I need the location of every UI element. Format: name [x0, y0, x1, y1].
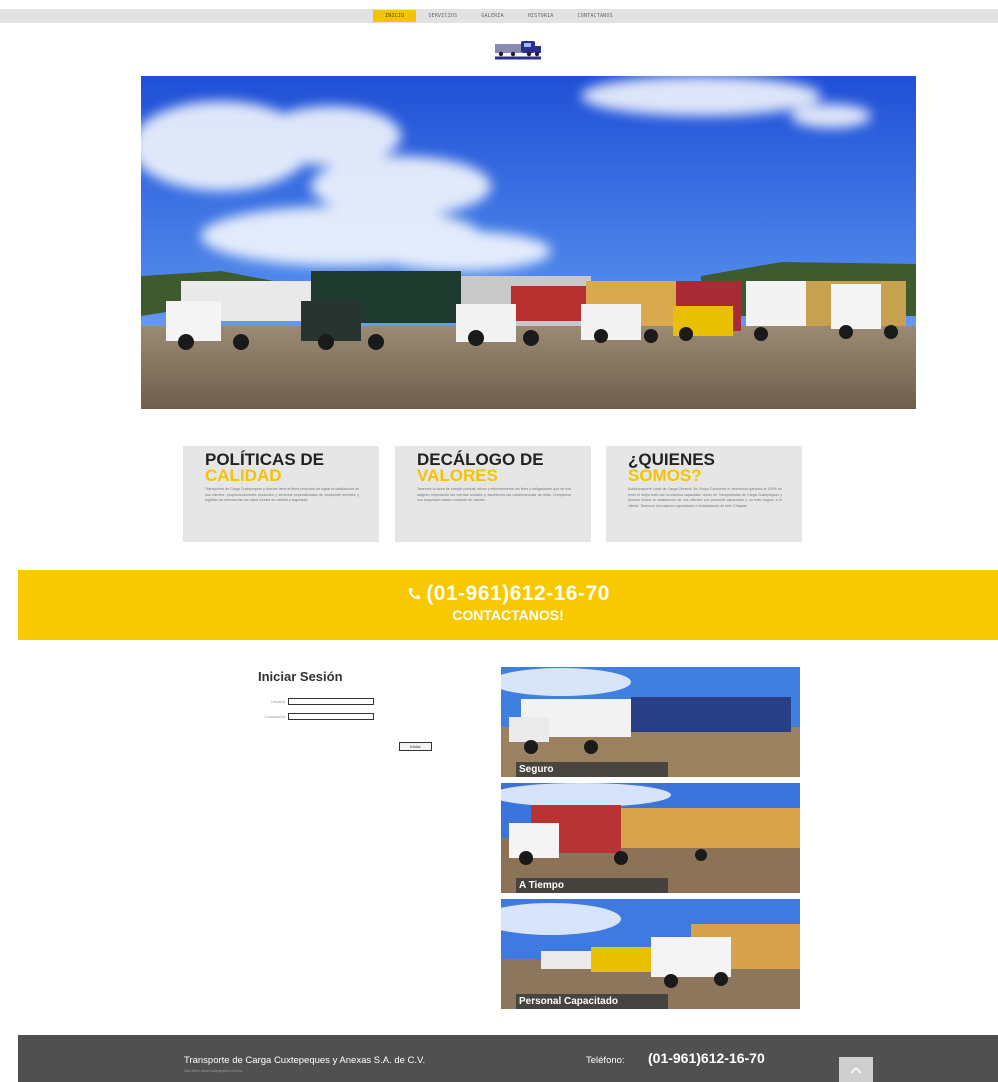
card-title-highlight: VALORES [417, 466, 498, 485]
gallery-image [501, 899, 800, 1009]
banner-cta[interactable]: CONTACTANOS! [18, 607, 998, 623]
username-input[interactable] [288, 698, 374, 705]
nav-item-historia[interactable]: HISTORIA [516, 10, 566, 22]
login-user-row: Usuario: [242, 698, 374, 705]
card-quienes-somos[interactable]: ¿QUIENES SOMOS? Autotransporte Local de … [606, 446, 802, 542]
card-decalogo-valores[interactable]: DECÁLOGO DE VALORES Tenemos la tarea de … [395, 446, 591, 542]
nav-item-inicio[interactable]: INICIO [373, 10, 417, 22]
nav-item-servicios[interactable]: SERVICIOS [416, 10, 469, 22]
banner-phone: (01-961)612-16-70 [18, 582, 998, 606]
gallery-caption: A Tiempo [516, 878, 668, 893]
gallery-item-a-tiempo[interactable]: A Tiempo [501, 783, 800, 893]
login-pass-row: Contraseña: [242, 713, 374, 720]
gallery-item-seguro[interactable]: Seguro [501, 667, 800, 777]
nav-item-galeria[interactable]: GALERIA [469, 10, 515, 22]
card-title-highlight: SOMOS? [628, 466, 702, 485]
scroll-top-button[interactable] [839, 1057, 873, 1082]
gallery-image [501, 667, 800, 777]
login-title: Iniciar Sesión [258, 669, 343, 684]
card-politicas-calidad[interactable]: POLÍTICAS DE CALIDAD Transportes de Carg… [183, 446, 379, 542]
nav-item-contactanos[interactable]: CONTACTANOS [566, 10, 625, 22]
card-body: Transportes de Carga Cuxtepeques y Anexa… [205, 487, 359, 503]
gallery-item-personal-capacitado[interactable]: Personal Capacitado [501, 899, 800, 1009]
login-button[interactable]: Iniciar [399, 742, 432, 751]
card-body: Autotransporte Local de Carga General, 8… [628, 487, 782, 508]
gallery-caption: Seguro [516, 762, 668, 777]
truck-logo[interactable] [491, 37, 545, 61]
top-navigation: INICIO SERVICIOS GALERIA HISTORIA CONTAC… [0, 9, 998, 23]
hero-image-trucks [141, 76, 916, 409]
footer-phone[interactable]: (01-961)612-16-70 [648, 1050, 765, 1066]
gallery-image [501, 783, 800, 893]
user-label: Usuario: [271, 699, 286, 704]
card-title-highlight: CALIDAD [205, 466, 282, 485]
contact-banner[interactable]: (01-961)612-16-70 CONTACTANOS! [18, 570, 998, 640]
password-label: Contraseña: [264, 714, 286, 719]
footer-website[interactable]: Sitio Web: www.cuxtepeques.com.mx [184, 1069, 242, 1073]
phone-icon [409, 588, 421, 600]
password-input[interactable] [288, 713, 374, 720]
footer: Transporte de Carga Cuxtepeques y Anexas… [18, 1035, 998, 1082]
footer-phone-label: Teléfono: [586, 1055, 625, 1066]
banner-phone-number: (01-961)612-16-70 [426, 582, 610, 605]
card-body: Tenemos la tarea de cumplir puntual, efi… [417, 487, 571, 503]
footer-company: Transporte de Carga Cuxtepeques y Anexas… [184, 1055, 426, 1066]
gallery-caption: Personal Capacitado [516, 994, 668, 1009]
chevron-up-icon [850, 1066, 862, 1074]
